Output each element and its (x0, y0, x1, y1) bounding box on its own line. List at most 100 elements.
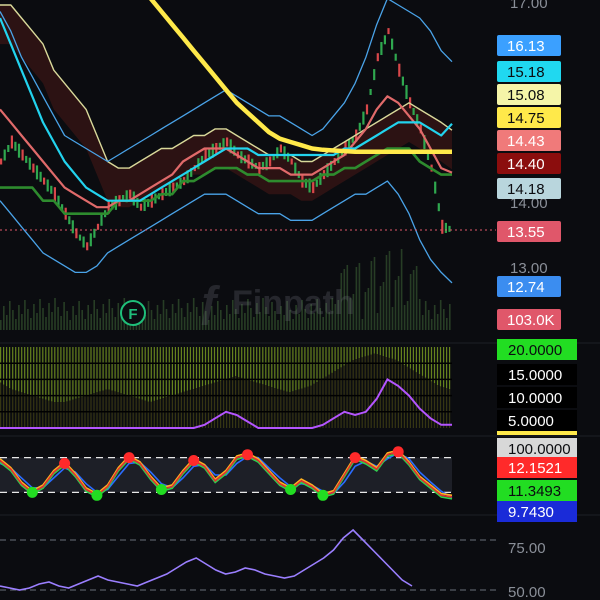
volume-bar (0, 320, 2, 330)
candle (405, 85, 408, 99)
adx-bar (51, 347, 53, 402)
volume-bar (57, 307, 59, 330)
stoch-badge: 9.7430 (497, 501, 577, 522)
adx-bar (307, 347, 309, 387)
adx-bar-lower (226, 378, 228, 428)
adx-bar (201, 347, 204, 387)
candle (100, 214, 103, 226)
volume-bar (226, 305, 228, 330)
adx-bar (283, 347, 285, 391)
adx-bar (24, 347, 26, 394)
volume-bar (400, 249, 403, 330)
adx-bar (180, 347, 182, 393)
candle (279, 144, 282, 153)
price-badge-1518: 15.18 (497, 61, 561, 82)
candle (50, 185, 53, 194)
adx-bar (90, 347, 92, 395)
adx-bar (141, 347, 143, 400)
candle (14, 141, 17, 151)
adx-bar-lower (271, 387, 273, 428)
rsi-tick-50: 50.00 (508, 584, 546, 600)
adx-bar-lower (397, 361, 399, 428)
volume-bar (168, 318, 171, 330)
volume-bar (406, 301, 409, 330)
volume-bar (42, 308, 44, 330)
adx-bar-lower (54, 402, 56, 428)
price-badge-1418: 14.18 (497, 178, 561, 199)
adx-bar-lower (361, 357, 363, 428)
candle (21, 149, 24, 161)
adx-bar (153, 347, 155, 401)
candle (39, 171, 42, 182)
stoch-badge: 12.1521 (497, 457, 577, 478)
volume-bar (409, 274, 412, 330)
adx-bar (57, 347, 59, 403)
volume-bar (430, 319, 433, 330)
adx-bar (198, 347, 201, 388)
candle (3, 149, 6, 161)
adx-bar (96, 347, 98, 393)
candle (86, 242, 89, 251)
price-badge-1274: 12.74 (497, 276, 561, 297)
adx-bar (385, 347, 387, 357)
candle (394, 53, 397, 61)
event-marker[interactable]: F (120, 300, 146, 326)
adx-bar (60, 347, 62, 403)
volume-bar (449, 304, 451, 330)
volume-bar (111, 308, 114, 330)
adx-bar-lower (120, 393, 122, 428)
volume-bar (105, 313, 108, 330)
volume-bar (446, 318, 448, 330)
adx-bar (30, 347, 32, 395)
stock-chart: ƒ Finpath F 20.000015.000010.00005.0000 … (0, 0, 600, 600)
volume-bar (27, 309, 29, 330)
adx-bar-lower (195, 388, 198, 428)
volume-bar (192, 298, 195, 330)
adx-bar (358, 347, 360, 359)
volume-bar (45, 317, 47, 330)
price-badge-1475: 14.75 (497, 107, 561, 128)
adx-bar (364, 347, 366, 357)
adx-bar-lower (313, 383, 315, 428)
adx-bar-lower (337, 369, 339, 428)
price-badge-label: 103.0K (507, 312, 555, 329)
adx-bar (232, 347, 234, 378)
adx-bar (424, 347, 427, 378)
adx-bar-lower (352, 360, 354, 428)
volume-bar (367, 288, 370, 330)
adx-bar (376, 347, 378, 355)
candle (412, 108, 415, 115)
adx-bar (409, 347, 411, 369)
adx-bar-lower (403, 365, 405, 428)
candle (7, 145, 10, 152)
adx-bar-lower (274, 388, 276, 428)
adx-bar-lower (256, 382, 258, 428)
adx-bar-lower (114, 391, 116, 428)
adx-bar (156, 347, 158, 400)
adx-bar-lower (75, 398, 77, 428)
volume-bar (229, 314, 231, 330)
adx-bar-lower (421, 375, 424, 428)
adx-bar (147, 347, 149, 402)
adx-bar-lower (0, 382, 2, 428)
adx-bar-lower (159, 399, 161, 428)
price-badge-label: 16.13 (507, 38, 545, 55)
adx-bar (446, 347, 448, 389)
volume-bar (87, 305, 89, 330)
candle (294, 162, 297, 174)
adx-bar-lower (66, 401, 68, 428)
adx-bar (298, 347, 300, 390)
adx-bar (54, 347, 56, 403)
volume-bar (66, 311, 68, 330)
adx-bar-lower (241, 377, 243, 428)
adx-bar (42, 347, 44, 399)
adx-bar (108, 347, 110, 390)
adx-bar (340, 347, 342, 368)
adx-bar (150, 347, 152, 402)
adx-bar (271, 347, 273, 388)
adx-bar (349, 347, 351, 362)
adx-bar-lower (376, 354, 378, 428)
price-badge-1508: 15.08 (497, 84, 561, 105)
watermark-brand: Finpath (232, 284, 355, 322)
candle (53, 187, 56, 202)
